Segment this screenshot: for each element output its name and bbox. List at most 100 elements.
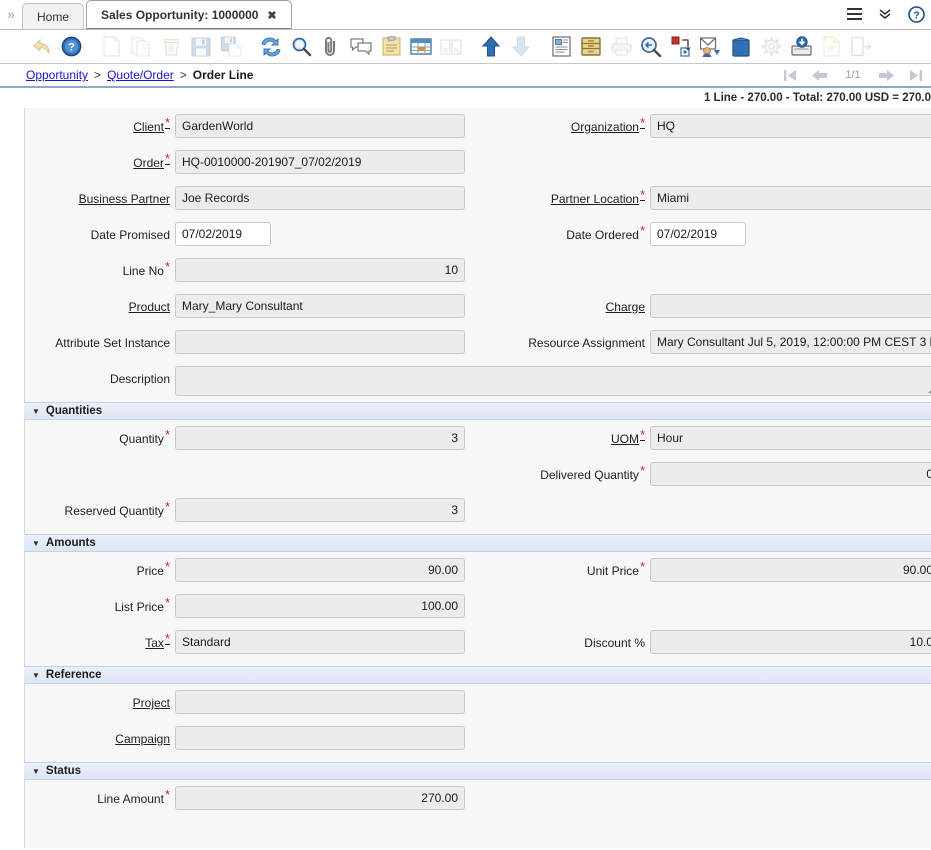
section-header-reference[interactable]: ▼ Reference <box>24 666 931 684</box>
delivered-quantity-field[interactable]: 0 <box>650 462 931 486</box>
uom-field[interactable]: Hour <box>650 426 931 450</box>
label-text: UOM <box>610 432 639 446</box>
charge-field-cell <box>650 294 931 330</box>
export-button[interactable] <box>786 32 816 62</box>
help-icon[interactable]: ? <box>908 5 925 23</box>
section-grid-main: Client * GardenWorld Organization * HQ Order * H… <box>25 108 931 402</box>
parent-record-button[interactable] <box>476 32 506 62</box>
column-gap <box>465 114 475 150</box>
post-it-note-button[interactable] <box>376 32 406 62</box>
refresh-button[interactable] <box>256 32 286 62</box>
organization-field[interactable]: HQ <box>650 114 931 138</box>
save-create-new-button[interactable] <box>216 32 246 62</box>
resource-assignment-field[interactable]: Mary Consultant Jul 5, 2019, 12:00:00 PM… <box>650 330 931 354</box>
chat-button[interactable] <box>346 32 376 62</box>
campaign-field[interactable] <box>175 726 465 750</box>
partner-location-field[interactable]: Miami <box>650 186 931 210</box>
project-field[interactable] <box>175 690 465 714</box>
business-partner-label[interactable]: Business Partner <box>25 186 175 222</box>
save-button[interactable] <box>186 32 216 62</box>
tax-label[interactable]: Tax * <box>25 630 175 666</box>
first-record-icon[interactable] <box>783 69 797 82</box>
discount-percent-field[interactable]: 10.0 <box>650 630 931 654</box>
price-field[interactable]: 90.00 <box>175 558 465 582</box>
required-marker: * <box>639 427 645 442</box>
form-body: Client * GardenWorld Organization * HQ Order * H… <box>24 108 931 848</box>
campaign-label[interactable]: Campaign <box>25 726 175 762</box>
find-button[interactable] <box>286 32 316 62</box>
order-field[interactable]: HQ-0010000-201907_07/02/2019 <box>175 150 465 174</box>
help-button[interactable]: ? <box>56 32 86 62</box>
attachment-button[interactable] <box>316 32 346 62</box>
grid-toggle-button[interactable] <box>406 32 436 62</box>
request-button[interactable] <box>696 32 726 62</box>
breadcrumb-item-quote-order[interactable]: Quote/Order <box>107 68 174 82</box>
breadcrumb-separator: > <box>94 68 102 82</box>
new-record-button[interactable] <box>96 32 126 62</box>
empty-cell <box>650 786 931 822</box>
charge-label[interactable]: Charge <box>475 294 650 330</box>
section-title: Quantities <box>45 405 103 417</box>
archive-button[interactable] <box>576 32 606 62</box>
report-button[interactable] <box>546 32 576 62</box>
expand-down-icon[interactable] <box>878 8 892 20</box>
order-label[interactable]: Order * <box>25 150 175 186</box>
unit-price-field[interactable]: 90.00 <box>650 558 931 582</box>
product-field[interactable]: Mary_Mary Consultant <box>175 294 465 318</box>
organization-label[interactable]: Organization * <box>475 114 650 150</box>
delivered-quantity-field-cell: 0 <box>650 462 931 498</box>
partner-location-label[interactable]: Partner Location * <box>475 186 650 222</box>
previous-record-icon[interactable] <box>811 69 828 82</box>
product-info-button[interactable] <box>726 32 756 62</box>
reserved-quantity-label: Reserved Quantity * <box>25 498 175 534</box>
delete-record-button[interactable] <box>156 32 186 62</box>
section-header-amounts[interactable]: ▼ Amounts <box>24 534 931 552</box>
client-field[interactable]: GardenWorld <box>175 114 465 138</box>
label-text: Order <box>133 156 164 170</box>
next-record-icon[interactable] <box>878 69 895 82</box>
exit-button[interactable] <box>846 32 876 62</box>
empty-cell <box>175 462 465 498</box>
breadcrumb-item-opportunity[interactable]: Opportunity <box>26 68 88 82</box>
breadcrumb-separator: > <box>179 68 187 82</box>
quantity-field[interactable]: 3 <box>175 426 465 450</box>
print-button[interactable] <box>606 32 636 62</box>
resource-assignment-field-cell: Mary Consultant Jul 5, 2019, 12:00:00 PM… <box>650 330 931 366</box>
product-label[interactable]: Product <box>25 294 175 330</box>
project-label[interactable]: Project <box>25 690 175 726</box>
copy-record-button[interactable] <box>126 32 156 62</box>
zoom-across-button[interactable] <box>636 32 666 62</box>
section-header-quantities[interactable]: ▼ Quantities <box>24 402 931 420</box>
preference-button[interactable] <box>756 32 786 62</box>
label-text: Organization <box>570 120 639 134</box>
tab-record[interactable]: Sales Opportunity: 1000000 ✖ <box>86 0 292 29</box>
uom-label[interactable]: UOM * <box>475 426 650 462</box>
undo-button[interactable] <box>26 32 56 62</box>
last-record-icon[interactable] <box>909 69 923 82</box>
csv-import-button[interactable] <box>816 32 846 62</box>
tax-field[interactable]: Standard <box>175 630 465 654</box>
charge-field[interactable] <box>650 294 931 318</box>
business-partner-field[interactable]: Joe Records <box>175 186 465 210</box>
reserved-quantity-field[interactable]: 3 <box>175 498 465 522</box>
client-label[interactable]: Client * <box>25 114 175 150</box>
sidebar-collapse-icon[interactable]: » <box>0 0 22 29</box>
description-field[interactable]: ◢ <box>175 366 931 396</box>
list-price-field[interactable]: 100.00 <box>175 594 465 618</box>
line-no-field[interactable]: 10 <box>175 258 465 282</box>
section-header-status[interactable]: ▼ Status <box>24 762 931 780</box>
tab-close-icon[interactable]: ✖ <box>267 9 276 22</box>
menu-icon[interactable] <box>847 8 862 20</box>
section-title: Reference <box>45 669 102 681</box>
line-amount-field[interactable]: 270.00 <box>175 786 465 810</box>
empty-cell <box>650 498 931 534</box>
required-marker: * <box>164 787 170 802</box>
attribute-set-instance-field[interactable] <box>175 330 465 354</box>
date-ordered-field[interactable]: 07/02/2019 <box>650 222 746 246</box>
tab-home[interactable]: Home <box>22 3 85 29</box>
detail-record-button[interactable] <box>506 32 536 62</box>
date-promised-field[interactable]: 07/02/2019 <box>175 222 271 246</box>
active-workflow-button[interactable] <box>666 32 696 62</box>
label-text: Tax <box>145 636 164 650</box>
multi-selection-button[interactable] <box>436 32 466 62</box>
